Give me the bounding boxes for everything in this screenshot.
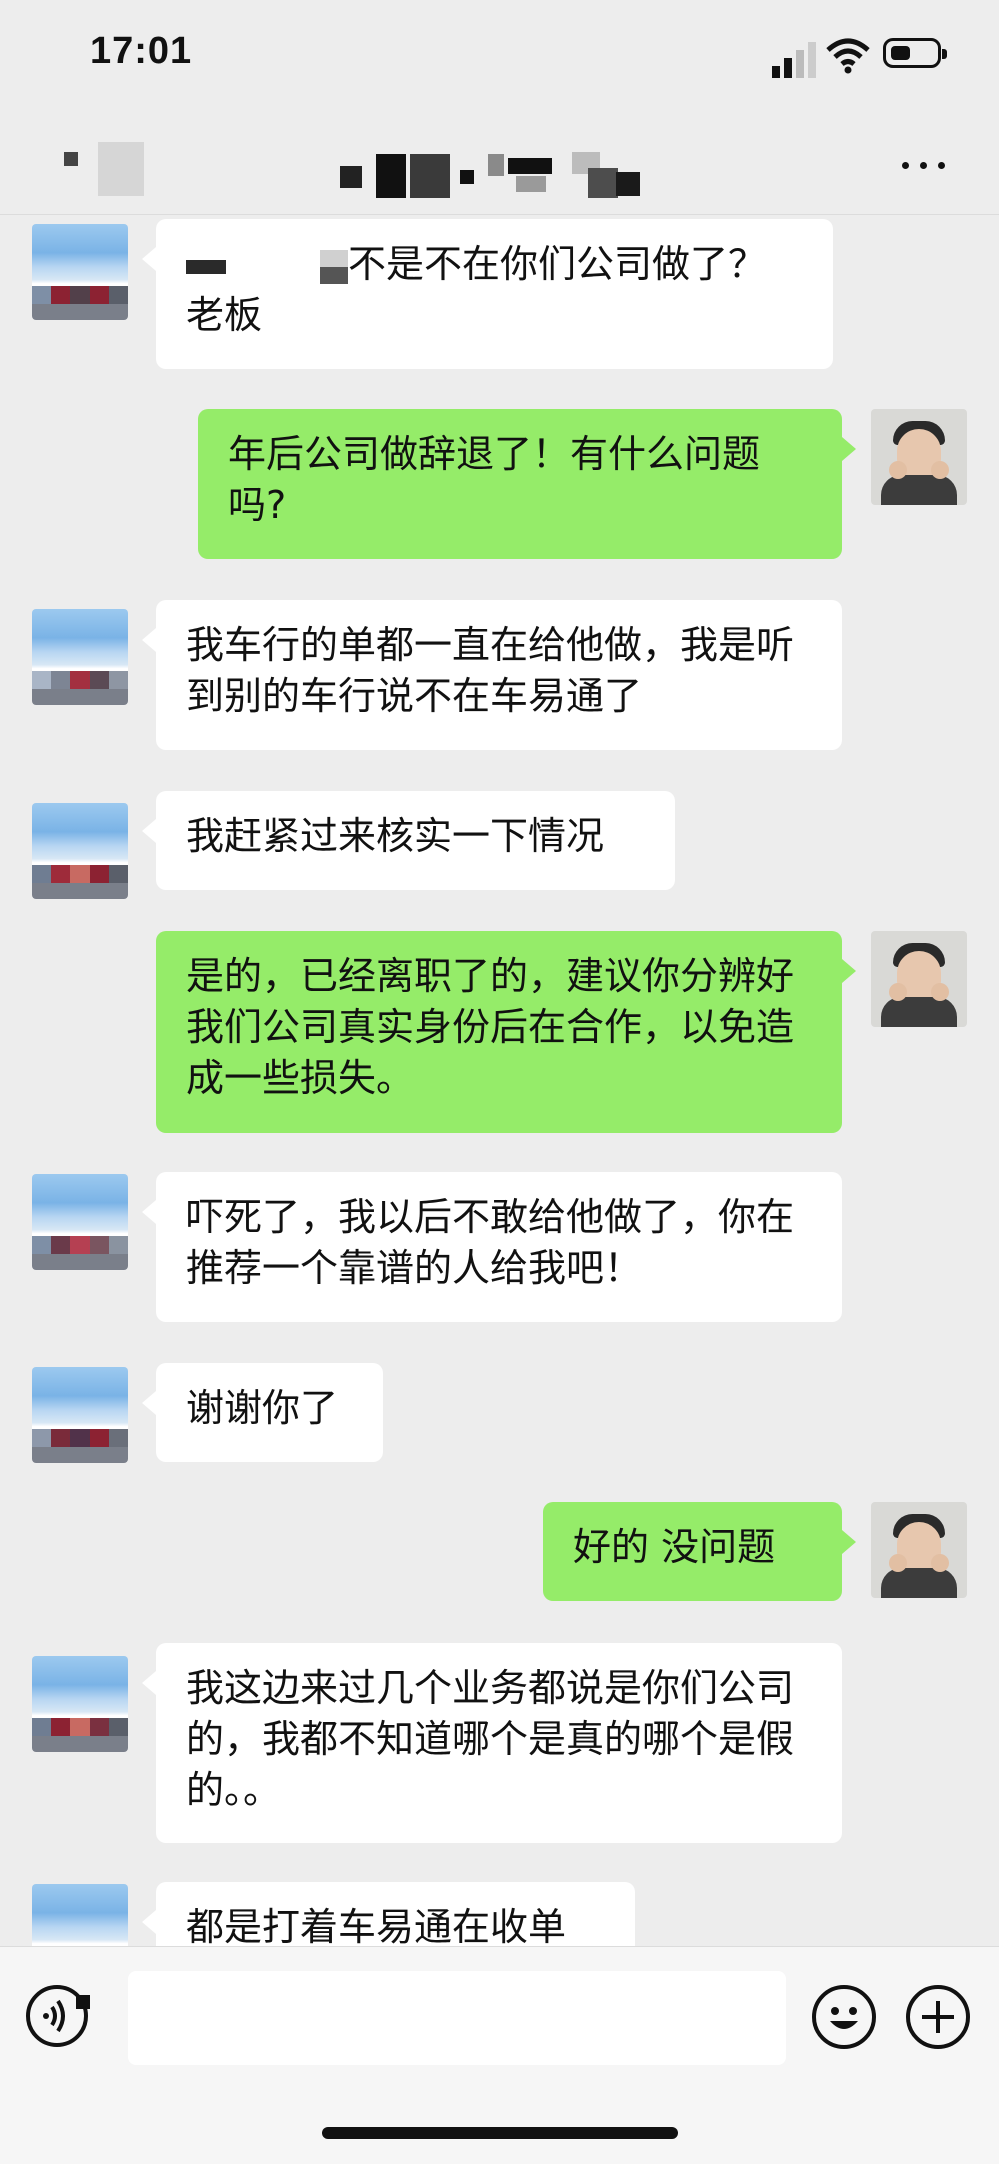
contact-avatar[interactable] <box>32 1367 128 1463</box>
redacted-text <box>76 1995 90 2009</box>
message-input[interactable] <box>128 1971 786 2065</box>
message-bubble-outgoing[interactable]: 是的，已经离职了的，建议你分辨好我们公司真实身份后在合作，以免造成一些损失。 <box>156 931 856 1133</box>
chat-message-list[interactable]: 不是不在你们公司做了？老板 年后公司做辞退了！有什么问题吗? 我车行的单都一直在… <box>0 214 999 1946</box>
battery-icon <box>883 38 947 68</box>
voice-icon[interactable] <box>26 1985 90 2047</box>
message-bubble-incoming[interactable]: 我这边来过几个业务都说是你们公司的，我都不知道哪个是真的哪个是假的。。 <box>142 1643 842 1843</box>
message-text: 我赶紧过来核实一下情况 <box>186 814 605 858</box>
message-text: 好的 没问题 <box>573 1525 776 1569</box>
contact-avatar[interactable] <box>32 609 128 705</box>
redacted-text <box>186 259 226 274</box>
redacted-text <box>320 249 348 284</box>
back-button[interactable] <box>64 142 146 196</box>
contact-avatar[interactable] <box>32 803 128 899</box>
contact-avatar[interactable] <box>32 1174 128 1270</box>
message-text: 我车行的单都一直在给他做，我是听到别的车行说不在车易通了 <box>186 623 795 718</box>
message-bubble-outgoing[interactable]: 好的 没问题 <box>543 1502 856 1601</box>
battery-level <box>891 46 910 60</box>
status-bar: 17:01 <box>0 0 999 110</box>
message-text: 谢谢你了 <box>186 1386 339 1430</box>
message-bubble-incoming[interactable]: 不是不在你们公司做了？老板 <box>142 219 833 369</box>
message-text: 不是不在你们公司做了？老板 <box>186 242 767 337</box>
my-avatar[interactable] <box>871 409 967 505</box>
status-time: 17:01 <box>90 30 193 72</box>
emoji-icon[interactable] <box>812 1985 876 2049</box>
home-indicator[interactable] <box>322 2127 678 2139</box>
message-bubble-incoming[interactable]: 吓死了，我以后不敢给他做了，你在推荐一个靠谱的人给我吧！ <box>142 1172 842 1322</box>
message-text: 都是打着车易通在收单 <box>186 1905 567 1946</box>
cellular-signal-icon <box>772 42 816 78</box>
contact-avatar[interactable] <box>32 1656 128 1752</box>
message-text: 是的，已经离职了的，建议你分辨好我们公司真实身份后在合作，以免造成一些损失。 <box>186 954 795 1100</box>
more-dots-icon[interactable] <box>900 158 950 172</box>
chat-title <box>340 148 680 202</box>
message-bubble-incoming[interactable]: 我车行的单都一直在给他做，我是听到别的车行说不在车易通了 <box>142 600 842 750</box>
message-text: 吓死了，我以后不敢给他做了，你在推荐一个靠谱的人给我吧！ <box>186 1195 795 1290</box>
message-text: 年后公司做辞退了！有什么问题吗? <box>228 432 761 527</box>
message-bubble-outgoing[interactable]: 年后公司做辞退了！有什么问题吗? <box>198 409 856 559</box>
message-bubble-incoming[interactable]: 谢谢你了 <box>142 1363 383 1462</box>
plus-icon[interactable] <box>906 1985 970 2049</box>
message-text: 我这边来过几个业务都说是你们公司的，我都不知道哪个是真的哪个是假的。。 <box>186 1666 795 1812</box>
message-bubble-incoming[interactable]: 我赶紧过来核实一下情况 <box>142 791 675 890</box>
wifi-icon <box>826 38 870 74</box>
message-bubble-incoming[interactable]: 都是打着车易通在收单 <box>142 1882 635 1946</box>
my-avatar[interactable] <box>871 931 967 1027</box>
contact-avatar[interactable] <box>32 1884 128 1946</box>
input-bar <box>0 1946 999 2164</box>
contact-avatar[interactable] <box>32 224 128 320</box>
my-avatar[interactable] <box>871 1502 967 1598</box>
chat-header <box>0 110 999 215</box>
